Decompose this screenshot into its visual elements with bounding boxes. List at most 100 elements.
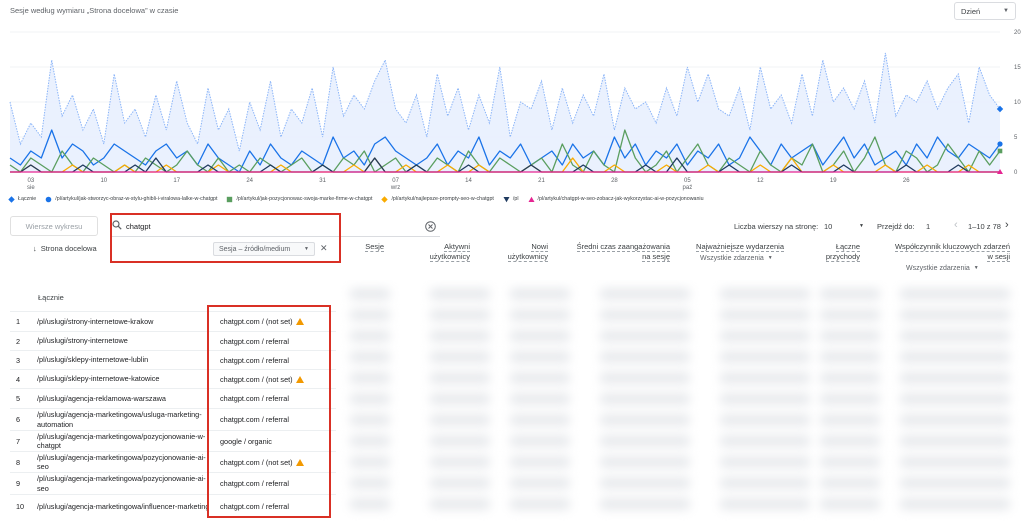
blurred-cell — [430, 288, 490, 300]
legend-item[interactable]: /pl/artykul/najlepsze-prompty-seo-w-chat… — [381, 195, 494, 203]
blurred-cell — [820, 393, 880, 405]
y-tick-label: 0 — [1014, 170, 1018, 176]
landing-page-cell[interactable]: /pl/uslugi/strony-internetowe — [37, 332, 217, 350]
landing-page-cell[interactable]: /pl/uslugi/strony-internetowe-krakow — [37, 312, 217, 331]
blurred-cell — [900, 351, 1010, 363]
landing-page-cell[interactable]: /pl/uslugi/agencja-marketingowa/pozycjon… — [37, 473, 217, 494]
clear-search-icon[interactable] — [425, 221, 436, 232]
key-events-event-select[interactable]: Wszystkie zdarzenia ▼ — [700, 255, 773, 262]
blurred-cell — [430, 456, 490, 468]
blurred-cell — [510, 477, 570, 489]
legend-item[interactable]: /pl — [503, 196, 519, 203]
row-number: 1 — [16, 317, 21, 326]
row-number: 2 — [16, 336, 21, 346]
active-users-header[interactable]: Aktywni użytkownicy — [410, 242, 470, 263]
chevron-right-icon[interactable]: › — [1005, 219, 1009, 231]
legend-label: Łącznie — [18, 196, 37, 202]
y-tick-label: 5 — [1014, 135, 1018, 141]
blurred-cell — [430, 477, 490, 489]
landing-page-cell[interactable]: /pl/uslugi/agencja-marketingowa/pozycjon… — [37, 431, 217, 451]
chevron-left-icon[interactable]: ‹ — [954, 219, 958, 231]
blurred-cell — [600, 330, 690, 342]
dimension-column-header[interactable]: ↓ Strona docelowa — [33, 244, 97, 254]
engagement-time-header[interactable]: Średni czas zaangażowania na sesję — [570, 242, 670, 263]
rows-per-page-label: Liczba wierszy na stronę: — [734, 222, 819, 231]
legend-item[interactable]: /pl/artykul/jak-pozycjonowac-swoja-marke… — [226, 196, 372, 203]
sessions-line-chart: 0510152003sie10 17 24 31 07wrz14 21 28 05paź12 1… — [9, 30, 1021, 191]
blurred-cell — [430, 435, 490, 447]
key-rate-header-line2: w sesji — [987, 252, 1010, 263]
blurred-cell — [820, 288, 880, 300]
blurred-cell — [720, 435, 810, 447]
blurred-cell — [350, 414, 390, 426]
legend-square-icon — [227, 196, 233, 202]
legend-triangle-down-icon — [503, 196, 510, 202]
new-users-header-line2: użytkownicy — [507, 252, 548, 263]
plot-rows-button[interactable]: Wiersze wykresu — [10, 216, 98, 236]
landing-page-cell[interactable]: /pl/uslugi/agencja-marketingowa/usluga-m… — [37, 409, 217, 430]
landing-page-cell[interactable]: /pl/uslugi/sklepy-internetowe-lublin — [37, 351, 217, 369]
row-number: 7 — [16, 436, 21, 446]
blurred-cell — [720, 414, 810, 426]
key-event-rate-header[interactable]: Współczynnik kluczowych zdarzeń w sesji — [870, 242, 1010, 263]
blurred-cell — [430, 330, 490, 342]
blurred-cell — [430, 351, 490, 363]
legend-item[interactable]: Łącznie — [8, 195, 37, 203]
blurred-cell — [900, 288, 1010, 300]
blurred-cell — [820, 351, 880, 363]
blurred-cell — [820, 309, 880, 321]
rows-per-page-select[interactable]: 10 ▼ — [824, 219, 864, 233]
blurred-cell — [820, 330, 880, 342]
landing-page-cell[interactable]: /pl/uslugi/sklepy-internetowe-katowice — [37, 370, 217, 388]
row-number: 4 — [16, 374, 21, 384]
blurred-cell — [510, 414, 570, 426]
landing-page-cell[interactable]: /pl/uslugi/agencja-marketingowa/pozycjon… — [37, 452, 217, 472]
page-range: 1–10 z 78 — [968, 222, 1001, 231]
x-tick-month: paź — [683, 185, 693, 191]
chevron-down-icon: ▼ — [1003, 8, 1009, 14]
blurred-cell — [600, 288, 690, 300]
legend-item[interactable]: /pl/artykul/chatgpt-w-seo-zobacz-jak-wyk… — [528, 196, 704, 203]
blurred-cell — [600, 414, 690, 426]
row-number: 8 — [16, 457, 21, 467]
engagement-header-line1: Średni czas zaangażowania — [576, 242, 670, 252]
blurred-metrics-area — [340, 280, 1024, 522]
blurred-cell — [430, 414, 490, 426]
arrow-down-icon: ↓ — [33, 244, 37, 253]
blurred-cell — [600, 351, 690, 363]
y-tick-label: 10 — [1014, 100, 1021, 106]
granularity-select[interactable]: Dzień ▼ — [954, 2, 1016, 20]
blurred-cell — [350, 477, 390, 489]
engagement-header-line2: na sesję — [642, 252, 670, 263]
blurred-cell — [720, 351, 810, 363]
x-tick-label: 26 — [903, 178, 910, 184]
new-users-header[interactable]: Nowi użytkownicy — [490, 242, 548, 263]
row-number: 10 — [16, 502, 25, 511]
blurred-cell — [600, 498, 690, 510]
x-tick-month: wrz — [390, 185, 400, 191]
landing-page-cell[interactable]: /pl/uslugi/agencja-reklamowa-warszawa — [37, 389, 217, 408]
blurred-cell — [720, 498, 810, 510]
x-tick-label: 31 — [319, 178, 326, 184]
x-tick-label: 19 — [830, 178, 837, 184]
legend-diamond-icon — [8, 195, 15, 203]
chevron-down-icon: ▼ — [973, 265, 979, 271]
legend-item[interactable]: /pl/artykul/jak-stworzyc-obraz-w-stylu-g… — [45, 196, 217, 203]
revenue-header-line2: przychody — [825, 252, 860, 263]
goto-page-input[interactable]: 1 — [926, 222, 930, 231]
legend-label: /pl/artykul/najlepsze-prompty-seo-w-chat… — [391, 196, 494, 202]
landing-page-cell[interactable]: /pl/uslugi/agencja-marketingowa/influenc… — [37, 495, 217, 518]
x-tick-label: 21 — [538, 178, 545, 184]
sessions-header[interactable]: Sesje — [360, 242, 384, 252]
legend-label: /pl/artykul/chatgpt-w-seo-zobacz-jak-wyk… — [537, 196, 704, 202]
key-events-header[interactable]: Najważniejsze wydarzenia — [680, 242, 784, 252]
goto-label: Przejdź do: — [877, 222, 915, 231]
revenue-header[interactable]: Łączne przychody — [800, 242, 860, 263]
blurred-cell — [720, 372, 810, 384]
x-tick-label: 05 — [684, 178, 691, 184]
blurred-cell — [820, 435, 880, 447]
legend-triangle-icon — [528, 196, 535, 202]
blurred-cell — [510, 309, 570, 321]
key-events-event-label: Wszystkie zdarzenia — [700, 255, 764, 262]
key-rate-event-select[interactable]: Wszystkie zdarzenia ▼ — [906, 265, 979, 272]
